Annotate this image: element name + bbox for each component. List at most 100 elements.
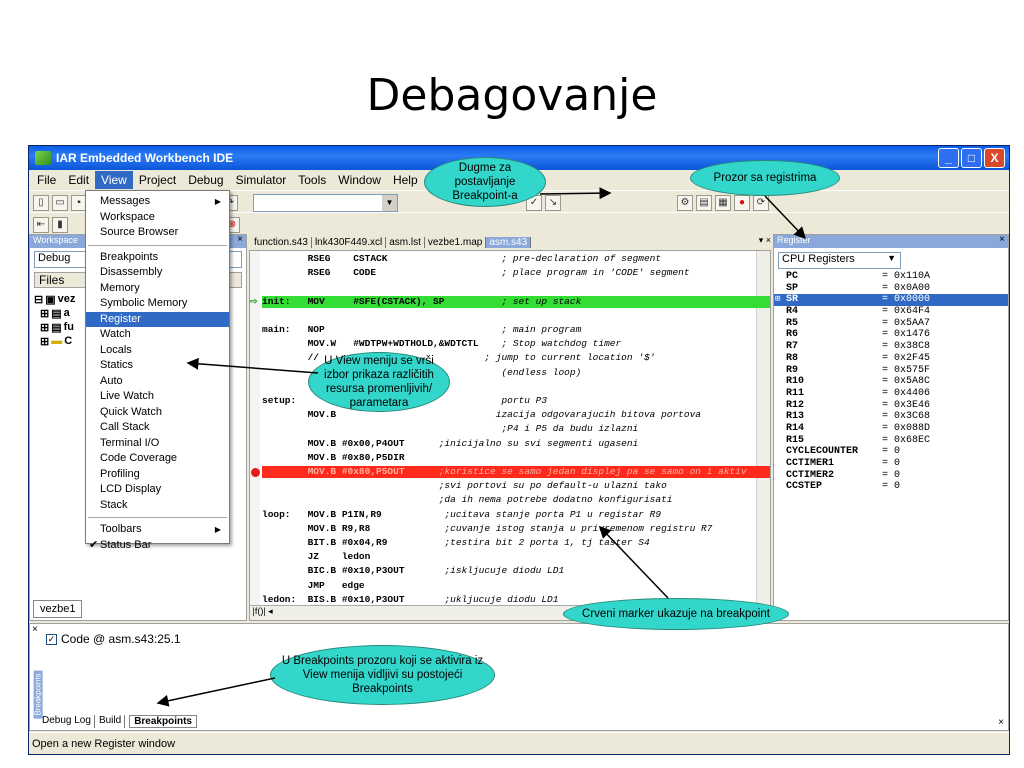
register-row[interactable]: R13 = 0x3C68 <box>774 411 1008 423</box>
close-icon[interactable]: × <box>32 624 38 635</box>
register-row[interactable]: CCTIMER2 = 0 <box>774 470 1008 482</box>
find-combo[interactable]: ▼ <box>253 194 398 212</box>
code-line[interactable]: MOV.W #WDTPW+WDTHOLD,&WDTCTL ; Stop watc… <box>262 338 770 350</box>
menu-item-stack[interactable]: Stack <box>86 498 229 514</box>
register-value[interactable]: = 0x0A00 <box>882 283 930 295</box>
menu-help[interactable]: Help <box>387 171 424 189</box>
register-value[interactable]: = 0 <box>882 470 900 482</box>
register-value[interactable]: = 0x2F45 <box>882 353 930 365</box>
register-row[interactable]: R10 = 0x5A8C <box>774 376 1008 388</box>
menu-item-disassembly[interactable]: Disassembly <box>86 265 229 281</box>
workspace-tab[interactable]: vezbe1 <box>33 600 83 618</box>
tab-build[interactable]: Build <box>99 715 126 728</box>
menu-item-locals[interactable]: Locals <box>86 343 229 359</box>
debug-icon[interactable]: ⟳ <box>753 194 769 211</box>
tab-map[interactable]: vezbe1.map <box>425 237 487 248</box>
code-editor[interactable]: |f()| ◂ RSEG CSTACK ; pre-declaration of… <box>249 250 771 621</box>
menu-tools[interactable]: Tools <box>292 171 332 189</box>
chevron-down-icon[interactable]: ▼ <box>382 195 397 211</box>
maximize-button[interactable]: □ <box>961 148 982 168</box>
tab-breakpoints[interactable]: Breakpoints <box>129 715 197 728</box>
code-line[interactable]: main: NOP ; main program <box>262 324 770 336</box>
menu-project[interactable]: Project <box>133 171 182 189</box>
menu-item-quick-watch[interactable]: Quick Watch <box>86 405 229 421</box>
minimize-button[interactable]: _ <box>938 148 959 168</box>
register-value[interactable]: = 0x68EC <box>882 435 930 447</box>
register-group-select[interactable]: CPU Registers ▼ <box>778 252 901 269</box>
reset-icon[interactable]: ⇤ <box>33 216 49 233</box>
code-line[interactable]: JMP edge <box>262 580 770 592</box>
expand-icon[interactable]: ⊞ <box>40 307 49 320</box>
register-row[interactable]: R14 = 0x088D <box>774 423 1008 435</box>
code-line[interactable]: JZ ledon <box>262 551 770 563</box>
menu-item-symbolic-memory[interactable]: Symbolic Memory <box>86 296 229 312</box>
menu-item-messages[interactable]: Messages ▶ <box>86 194 229 210</box>
code-line[interactable] <box>262 310 770 322</box>
menu-item-watch[interactable]: Watch <box>86 327 229 343</box>
register-value[interactable]: = 0x64F4 <box>882 306 930 318</box>
code-line[interactable]: RSEG CODE ; place program in 'CODE' segm… <box>262 267 770 279</box>
menu-window[interactable]: Window <box>332 171 387 189</box>
register-value[interactable]: = 0x575F <box>882 365 930 377</box>
register-row[interactable]: R7 = 0x38C8 <box>774 341 1008 353</box>
register-row[interactable]: ⊞ SR = 0x0000 <box>774 294 1008 307</box>
new-file-icon[interactable]: ▯ <box>33 194 49 211</box>
menu-item-register[interactable]: Register <box>86 311 229 327</box>
code-line[interactable]: MOV.B #0x00,P4OUT ;inicijalno su svi seg… <box>262 438 770 450</box>
expand-icon[interactable]: ⊞ <box>775 294 780 306</box>
menu-item-workspace[interactable]: Workspace <box>86 210 229 226</box>
menu-file[interactable]: File <box>31 171 62 189</box>
menu-item-code-coverage[interactable]: Code Coverage <box>86 451 229 467</box>
compile-icon[interactable]: ⚙ <box>677 194 693 211</box>
register-value[interactable]: = 0x3E46 <box>882 400 930 412</box>
register-row[interactable]: CYCLECOUNTER = 0 <box>774 446 1008 458</box>
close-icon[interactable]: × <box>999 234 1005 245</box>
stop-build-icon[interactable]: ▦ <box>715 194 731 211</box>
open-folder-icon[interactable]: ▭ <box>52 194 68 211</box>
register-row[interactable]: R8 = 0x2F45 <box>774 353 1008 365</box>
break-icon[interactable]: ▮ <box>52 216 68 233</box>
close-icon[interactable]: × <box>237 234 243 245</box>
code-line[interactable]: ;da ih nema potrebe dodatno konfigurisat… <box>262 494 770 506</box>
close-icon[interactable]: × <box>998 717 1004 728</box>
register-value[interactable]: = 0x1476 <box>882 329 930 341</box>
tab-function[interactable]: function.s43 <box>251 237 312 248</box>
register-value[interactable]: = 0x0000 <box>882 294 930 306</box>
menu-item-live-watch[interactable]: Live Watch <box>86 389 229 405</box>
close-button[interactable]: X <box>984 148 1005 168</box>
close-icon[interactable]: ▾ × <box>759 235 771 246</box>
code-line[interactable] <box>262 281 770 293</box>
register-value[interactable]: = 0x38C8 <box>882 341 930 353</box>
register-row[interactable]: R12 = 0x3E46 <box>774 400 1008 412</box>
register-value[interactable]: = 0x5A8C <box>882 376 930 388</box>
register-value[interactable]: = 0x110A <box>882 271 930 283</box>
register-value[interactable]: = 0 <box>882 458 900 470</box>
tab-debug-log[interactable]: Debug Log <box>42 715 95 728</box>
menu-item-toolbars[interactable]: Toolbars ▶ <box>86 522 229 538</box>
code-line[interactable]: MOV.B #0x80,P5OUT ;koristice se samo jed… <box>262 466 770 478</box>
make-icon[interactable]: ▤ <box>696 194 712 211</box>
menu-item-auto[interactable]: Auto <box>86 374 229 390</box>
menu-edit[interactable]: Edit <box>62 171 95 189</box>
register-value[interactable]: = 0x5AA7 <box>882 318 930 330</box>
chevron-down-icon[interactable]: ▼ <box>887 253 896 263</box>
register-row[interactable]: CCTIMER1 = 0 <box>774 458 1008 470</box>
register-value[interactable]: = 0x088D <box>882 423 930 435</box>
register-value[interactable]: = 0x3C68 <box>882 411 930 423</box>
register-value[interactable]: = 0 <box>882 481 900 493</box>
code-line[interactable]: BIT.B #0x04,R9 ;testira bit 2 porta 1, t… <box>262 537 770 549</box>
menu-item-memory[interactable]: Memory <box>86 281 229 297</box>
goto-icon[interactable]: ↘ <box>545 194 561 211</box>
code-line[interactable]: MOV.B R9,R8 ;cuvanje istog stanja u priv… <box>262 523 770 535</box>
breakpoint-marker-icon[interactable] <box>251 467 260 477</box>
menu-item-breakpoints[interactable]: Breakpoints <box>86 250 229 266</box>
expand-icon[interactable]: ⊞ <box>40 321 49 334</box>
breakpoint-item[interactable]: ✓ Code @ asm.s43:25.1 <box>46 632 181 646</box>
checkbox[interactable]: ✓ <box>46 633 57 645</box>
register-row[interactable]: R15 = 0x68EC <box>774 435 1008 447</box>
register-row[interactable]: CCSTEP = 0 <box>774 481 1008 493</box>
expand-icon[interactable]: ⊞ <box>40 335 49 348</box>
register-row[interactable]: PC = 0x110A <box>774 271 1008 283</box>
menu-item-status-bar[interactable]: ✔ Status Bar <box>86 538 229 554</box>
toggle-breakpoint-icon[interactable]: ● <box>734 194 750 211</box>
